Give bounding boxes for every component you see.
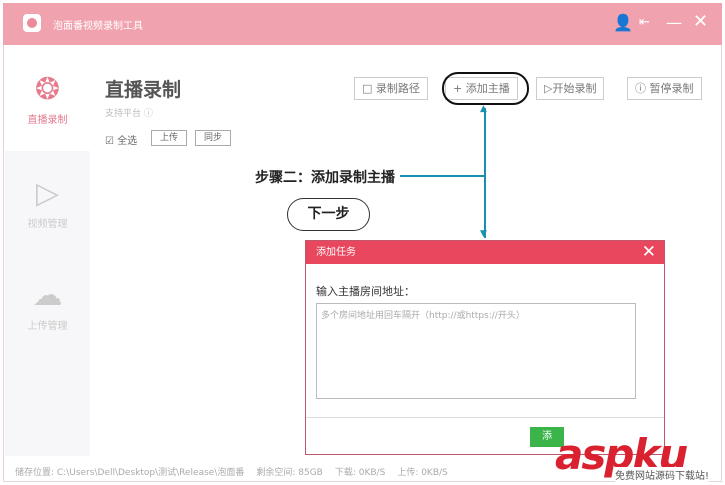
sidebar-label: 上传管理 xyxy=(27,321,68,332)
app-title: 泡面番视频录制工具 xyxy=(53,21,143,32)
pause-record-button[interactable]: ⓘ 暂停录制 xyxy=(627,77,702,100)
close-button[interactable]: ✕ xyxy=(693,11,708,32)
arrow-down-icon: ▼ xyxy=(480,229,487,239)
support-label: 支持平台 xyxy=(105,109,142,119)
video-file-icon: ▷ xyxy=(35,176,60,211)
record-path-button[interactable]: □ 录制路径 xyxy=(354,77,428,100)
dialog-title: 添加任务 xyxy=(316,247,356,258)
start-record-label: 开始录制 xyxy=(552,82,597,95)
pause-icon: ⓘ xyxy=(635,82,646,95)
minimize-button[interactable]: — xyxy=(666,13,682,32)
folder-icon: □ xyxy=(362,82,373,95)
record-path-label: 录制路径 xyxy=(375,82,420,95)
download-speed: 下载: 0KB/S xyxy=(334,468,386,478)
sidebar-label: 直播录制 xyxy=(27,115,68,126)
watermark-subtitle: 免费网站源码下载站! xyxy=(615,467,710,482)
cloud-upload-icon: ☁ xyxy=(32,278,63,313)
select-all-checkbox[interactable]: ☑ 全选 xyxy=(105,132,137,147)
room-address-input[interactable]: 多个房间地址用回车隔开（http://或https://开头） xyxy=(316,303,636,399)
arrow-up-icon: ▲ xyxy=(480,104,487,114)
select-all-label: 全选 xyxy=(117,136,138,147)
sidebar: ❂ 直播录制 ▷ 视频管理 ☁ 上传管理 xyxy=(5,46,90,456)
free-space: 剩余空间: 85GB xyxy=(256,468,323,478)
pause-record-label: 暂停录制 xyxy=(649,82,694,95)
title-bar: 泡面番视频录制工具 👤 ⇤ — ✕ xyxy=(3,3,722,45)
upload-speed: 上传: 0KB/S xyxy=(397,468,448,478)
start-record-button[interactable]: ▷开始录制 xyxy=(536,77,605,100)
upload-button[interactable]: 上传 xyxy=(151,130,188,146)
sync-button[interactable]: 同步 xyxy=(195,130,232,146)
sidebar-item-upload-manage[interactable]: ☁ 上传管理 xyxy=(5,278,90,332)
step-annotation: 步骤二：添加录制主播 xyxy=(255,170,395,186)
add-task-dialog: 添加任务 ✕ 输入主播房间地址： 多个房间地址用回车隔开（http://或htt… xyxy=(305,240,665,455)
logout-icon[interactable]: ⇤ xyxy=(639,15,650,30)
annotation-arrow-line xyxy=(484,108,486,238)
sidebar-item-video-manage[interactable]: ▷ 视频管理 xyxy=(5,176,90,230)
sidebar-item-live-record[interactable]: ❂ 直播录制 xyxy=(5,46,90,151)
dialog-close-button[interactable]: ✕ xyxy=(642,241,656,264)
annotation-connector xyxy=(400,175,485,177)
sidebar-label: 视频管理 xyxy=(27,219,68,230)
info-icon[interactable]: ⓘ xyxy=(144,109,153,119)
page-title: 直播录制 xyxy=(105,79,182,101)
user-icon[interactable]: 👤 xyxy=(613,13,633,32)
app-logo xyxy=(23,14,41,32)
film-reel-icon: ❂ xyxy=(34,72,61,107)
status-bar: 储存位置: C:\Users\Dell\Desktop\测试\Release\泡… xyxy=(15,465,460,478)
room-address-label: 输入主播房间地址： xyxy=(316,285,415,298)
next-step-button[interactable]: 下一步 xyxy=(287,198,370,231)
dialog-divider xyxy=(306,417,664,418)
support-platform[interactable]: 支持平台 ⓘ xyxy=(105,106,153,119)
dialog-header: 添加任务 ✕ xyxy=(306,241,664,264)
storage-path: 储存位置: C:\Users\Dell\Desktop\测试\Release\泡… xyxy=(15,468,245,478)
highlight-circle xyxy=(442,72,529,105)
